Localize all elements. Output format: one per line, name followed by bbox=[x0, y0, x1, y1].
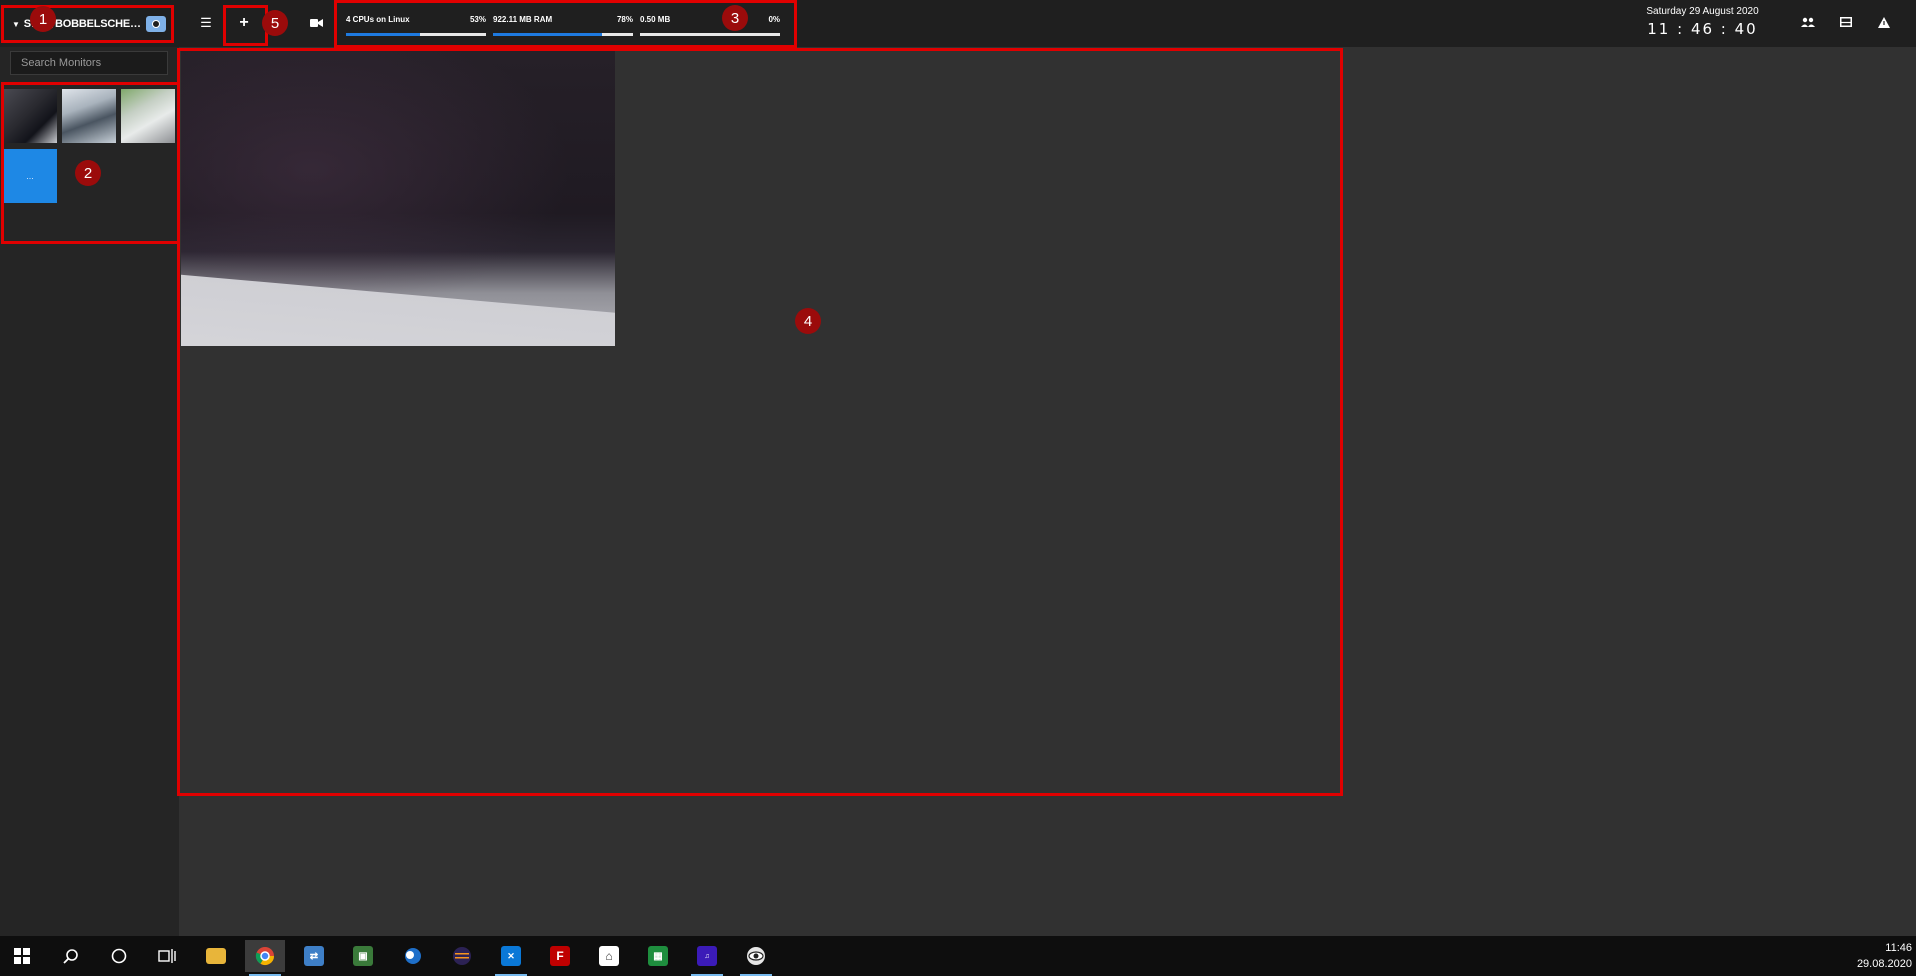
user-menu[interactable]: ▼ S… @BOBBELSCHE… bbox=[4, 6, 172, 42]
more-label: ... bbox=[26, 171, 34, 181]
monitor-sidebar: ... bbox=[0, 47, 179, 936]
monitor-thumbnail[interactable] bbox=[3, 89, 57, 143]
task-view-button[interactable] bbox=[147, 940, 187, 972]
app-window: ▼ S… @BOBBELSCHE… ☰ + 4 CPUs on Linux 53… bbox=[0, 0, 1916, 936]
windows-taskbar: ⇄ ▣ ✕ F ⌂ ▦ ♫ 11:46 29.08.2020 bbox=[0, 936, 1916, 976]
taskbar-time: 11:46 bbox=[1885, 942, 1912, 954]
app-icon: ▣ bbox=[353, 946, 373, 966]
video-camera-icon bbox=[309, 19, 323, 27]
monitor-live-feed[interactable] bbox=[181, 51, 615, 346]
camera-icon[interactable] bbox=[146, 16, 166, 32]
top-bar: ▼ S… @BOBBELSCHE… ☰ + 4 CPUs on Linux 53… bbox=[0, 0, 1916, 47]
caret-down-icon: ▼ bbox=[12, 19, 20, 29]
windows-logo-icon bbox=[14, 948, 30, 964]
home-icon: ⌂ bbox=[599, 946, 619, 966]
taskbar-search-button[interactable] bbox=[51, 940, 91, 972]
app-icon: ✕ bbox=[501, 946, 521, 966]
taskbar-eye-app[interactable] bbox=[736, 940, 776, 976]
list-icon: ☰ bbox=[200, 15, 212, 30]
taskbar-app-green[interactable]: ▣ bbox=[343, 940, 383, 972]
plus-icon: + bbox=[239, 14, 249, 31]
inbox-icon[interactable] bbox=[1838, 14, 1854, 30]
cloud-icon bbox=[405, 948, 421, 964]
taskbar-music-app[interactable]: ♫ bbox=[687, 940, 727, 976]
taskbar-file-explorer[interactable] bbox=[196, 940, 236, 972]
ram-stat: 922.11 MB RAM 78% bbox=[493, 15, 633, 37]
music-icon: ♫ bbox=[697, 946, 717, 966]
header-actions bbox=[1800, 14, 1892, 30]
network-icon: ⇄ bbox=[304, 946, 324, 966]
monitor-thumbnail[interactable] bbox=[62, 89, 116, 143]
ram-label: 922.11 MB RAM bbox=[493, 15, 553, 24]
taskbar-home-app[interactable]: ⌂ bbox=[589, 940, 629, 972]
taskbar-clock[interactable]: 11:46 29.08.2020 bbox=[1857, 940, 1912, 972]
circle-icon bbox=[111, 948, 127, 964]
taskbar-chrome[interactable] bbox=[245, 940, 285, 976]
list-view-button[interactable]: ☰ bbox=[192, 10, 220, 36]
cpu-percent: 53% bbox=[469, 15, 486, 24]
taskbar-filezilla[interactable]: F bbox=[540, 940, 580, 972]
search-monitors-input[interactable] bbox=[10, 51, 168, 75]
taskbar-spreadsheet[interactable]: ▦ bbox=[638, 940, 678, 972]
clock: Saturday 29 August 2020 11 : 46 : 40 bbox=[1620, 6, 1785, 38]
ram-percent: 78% bbox=[616, 15, 633, 24]
cpu-bar bbox=[346, 33, 486, 36]
search-icon bbox=[63, 949, 78, 964]
start-button[interactable] bbox=[2, 940, 42, 972]
network-label: 0.50 MB bbox=[640, 15, 671, 24]
filezilla-icon: F bbox=[550, 946, 570, 966]
taskbar-date: 29.08.2020 bbox=[1856, 958, 1912, 970]
cortana-button[interactable] bbox=[99, 940, 139, 972]
cpu-label: 4 CPUs on Linux bbox=[346, 15, 410, 24]
monitor-grid bbox=[179, 47, 1916, 936]
task-view-icon bbox=[158, 949, 176, 963]
folder-icon bbox=[206, 948, 226, 964]
taskbar-app-blue[interactable]: ✕ bbox=[491, 940, 531, 976]
taskbar-network-app[interactable]: ⇄ bbox=[294, 940, 334, 972]
video-button[interactable] bbox=[302, 10, 330, 36]
taskbar-app-eclipse[interactable] bbox=[442, 940, 482, 972]
network-stat: 0.50 MB 0% bbox=[640, 15, 780, 37]
user-name: S… @BOBBELSCHE… bbox=[23, 18, 141, 30]
clock-date: Saturday 29 August 2020 bbox=[1646, 6, 1759, 17]
ram-bar-fill bbox=[493, 33, 603, 36]
network-bar bbox=[640, 33, 780, 36]
chrome-icon bbox=[255, 947, 274, 966]
add-monitor-button[interactable]: + bbox=[230, 10, 258, 36]
eye-icon bbox=[747, 947, 765, 965]
network-percent: 0% bbox=[768, 15, 780, 24]
taskbar-app-cloud[interactable] bbox=[393, 940, 433, 972]
cpu-bar-fill bbox=[346, 33, 421, 36]
monitor-thumbnail[interactable] bbox=[121, 89, 175, 143]
cpu-stat: 4 CPUs on Linux 53% bbox=[346, 15, 486, 37]
users-icon[interactable] bbox=[1800, 14, 1816, 30]
clock-time: 11 : 46 : 40 bbox=[1647, 20, 1758, 38]
more-monitors-tile[interactable]: ... bbox=[3, 149, 57, 203]
eclipse-icon bbox=[453, 947, 471, 965]
warning-icon[interactable] bbox=[1876, 14, 1892, 30]
spreadsheet-icon: ▦ bbox=[648, 946, 668, 966]
ram-bar bbox=[493, 33, 633, 36]
